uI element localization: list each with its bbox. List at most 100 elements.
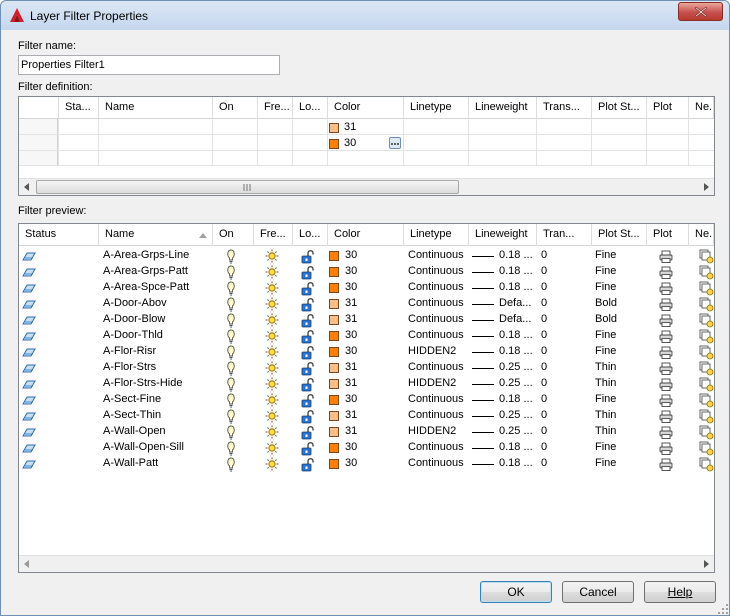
new-viewport-freeze-icon[interactable] xyxy=(699,265,714,280)
layer-row[interactable]: A-Flor-Risr 30 HIDDEN2 0.18 ... 0 Fine xyxy=(19,344,714,360)
definition-column-header[interactable]: Plot St... xyxy=(592,97,647,119)
layer-color[interactable]: 31 xyxy=(345,297,357,309)
lightbulb-icon[interactable] xyxy=(226,409,236,424)
layer-lineweight[interactable]: 0.25 ... xyxy=(499,409,533,421)
new-viewport-freeze-icon[interactable] xyxy=(699,393,714,408)
preview-column-header[interactable]: Fre... xyxy=(254,224,293,246)
layer-plot-style[interactable]: Fine xyxy=(595,441,616,453)
lightbulb-icon[interactable] xyxy=(226,457,236,472)
filter-definition-grid[interactable]: Sta... Name On Fre... Lo... Color Linetype Line… xyxy=(18,96,715,196)
layer-transparency[interactable]: 0 xyxy=(541,409,547,421)
layer-name[interactable]: A-Door-Thld xyxy=(103,329,163,341)
preview-column-header[interactable]: Tran... xyxy=(537,224,592,246)
resize-grip-icon[interactable] xyxy=(717,603,729,615)
cancel-button[interactable]: Cancel xyxy=(562,581,634,603)
lightbulb-icon[interactable] xyxy=(226,377,236,392)
new-viewport-freeze-icon[interactable] xyxy=(699,377,714,392)
layer-name[interactable]: A-Flor-Strs xyxy=(103,361,156,373)
preview-column-header[interactable]: Plot St... xyxy=(592,224,647,246)
sun-icon[interactable] xyxy=(265,409,279,423)
layer-row[interactable]: A-Wall-Patt 30 Continuous 0.18 ... 0 Fine xyxy=(19,456,714,472)
layer-lineweight[interactable]: 0.18 ... xyxy=(499,329,533,341)
layer-plot-style[interactable]: Fine xyxy=(595,281,616,293)
layer-name[interactable]: A-Door-Abov xyxy=(103,297,167,309)
layer-color[interactable]: 31 xyxy=(345,409,357,421)
layer-name[interactable]: A-Door-Blow xyxy=(103,313,165,325)
close-button[interactable] xyxy=(678,2,723,21)
lightbulb-icon[interactable] xyxy=(226,361,236,376)
lightbulb-icon[interactable] xyxy=(226,393,236,408)
layer-linetype[interactable]: Continuous xyxy=(408,265,464,277)
layer-transparency[interactable]: 0 xyxy=(541,393,547,405)
printer-icon[interactable] xyxy=(659,314,673,327)
unlocked-padlock-icon[interactable] xyxy=(301,457,315,472)
sun-icon[interactable] xyxy=(265,393,279,407)
layer-lineweight[interactable]: 0.18 ... xyxy=(499,265,533,277)
title-bar[interactable]: Layer Filter Properties xyxy=(1,1,729,30)
layer-plot-style[interactable]: Fine xyxy=(595,457,616,469)
layer-color[interactable]: 31 xyxy=(345,425,357,437)
unlocked-padlock-icon[interactable] xyxy=(301,361,315,376)
definition-column-header[interactable]: Linetype xyxy=(404,97,469,119)
sun-icon[interactable] xyxy=(265,297,279,311)
layer-color[interactable]: 30 xyxy=(345,281,357,293)
scroll-right-arrow-icon[interactable] xyxy=(701,182,711,192)
layer-linetype[interactable]: HIDDEN2 xyxy=(408,425,456,437)
unlocked-padlock-icon[interactable] xyxy=(301,345,315,360)
layer-linetype[interactable]: Continuous xyxy=(408,297,464,309)
new-viewport-freeze-icon[interactable] xyxy=(699,249,714,264)
layer-name[interactable]: A-Flor-Risr xyxy=(103,345,156,357)
lightbulb-icon[interactable] xyxy=(226,313,236,328)
preview-column-header[interactable]: On xyxy=(213,224,254,246)
lightbulb-icon[interactable] xyxy=(226,297,236,312)
layer-row[interactable]: A-Wall-Open 31 HIDDEN2 0.25 ... 0 Thin xyxy=(19,424,714,440)
layer-row[interactable]: A-Area-Grps-Patt 30 Continuous 0.18 ... 0 Fin… xyxy=(19,264,714,280)
layer-plot-style[interactable]: Thin xyxy=(595,409,616,421)
lightbulb-icon[interactable] xyxy=(226,345,236,360)
help-button[interactable]: Help xyxy=(644,581,716,603)
layer-transparency[interactable]: 0 xyxy=(541,441,547,453)
layer-lineweight[interactable]: 0.18 ... xyxy=(499,457,533,469)
definition-column-header[interactable]: Sta... xyxy=(59,97,99,119)
sun-icon[interactable] xyxy=(265,249,279,263)
preview-column-header[interactable]: Status xyxy=(19,224,99,246)
layer-lineweight[interactable]: 0.25 ... xyxy=(499,425,533,437)
definition-column-header[interactable]: Ne. xyxy=(689,97,714,119)
layer-plot-style[interactable]: Fine xyxy=(595,329,616,341)
layer-transparency[interactable]: 0 xyxy=(541,265,547,277)
new-viewport-freeze-icon[interactable] xyxy=(699,441,714,456)
lightbulb-icon[interactable] xyxy=(226,281,236,296)
layer-lineweight[interactable]: 0.18 ... xyxy=(499,393,533,405)
layer-row[interactable]: A-Door-Thld 30 Continuous 0.18 ... 0 Fine xyxy=(19,328,714,344)
unlocked-padlock-icon[interactable] xyxy=(301,265,315,280)
layer-linetype[interactable]: HIDDEN2 xyxy=(408,377,456,389)
layer-name[interactable]: A-Sect-Fine xyxy=(103,393,161,405)
definition-color-value[interactable]: 30 xyxy=(344,137,356,149)
layer-linetype[interactable]: Continuous xyxy=(408,361,464,373)
lightbulb-icon[interactable] xyxy=(226,441,236,456)
definition-column-header[interactable]: Trans... xyxy=(537,97,592,119)
unlocked-padlock-icon[interactable] xyxy=(301,297,315,312)
printer-icon[interactable] xyxy=(659,442,673,455)
definition-color-value[interactable]: 31 xyxy=(344,121,356,133)
definition-column-header[interactable]: Lo... xyxy=(293,97,328,119)
sun-icon[interactable] xyxy=(265,281,279,295)
printer-icon[interactable] xyxy=(659,410,673,423)
layer-name[interactable]: A-Area-Grps-Line xyxy=(103,249,189,261)
new-viewport-freeze-icon[interactable] xyxy=(699,313,714,328)
layer-lineweight[interactable]: 0.18 ... xyxy=(499,441,533,453)
new-viewport-freeze-icon[interactable] xyxy=(699,345,714,360)
printer-icon[interactable] xyxy=(659,426,673,439)
layer-name[interactable]: A-Wall-Patt xyxy=(103,457,158,469)
layer-lineweight[interactable]: Defa... xyxy=(499,297,531,309)
layer-plot-style[interactable]: Thin xyxy=(595,377,616,389)
printer-icon[interactable] xyxy=(659,250,673,263)
unlocked-padlock-icon[interactable] xyxy=(301,377,315,392)
sun-icon[interactable] xyxy=(265,457,279,471)
layer-linetype[interactable]: Continuous xyxy=(408,441,464,453)
sun-icon[interactable] xyxy=(265,377,279,391)
layer-plot-style[interactable]: Fine xyxy=(595,393,616,405)
layer-linetype[interactable]: Continuous xyxy=(408,281,464,293)
layer-row[interactable]: A-Area-Grps-Line 30 Continuous 0.18 ... 0 Fin… xyxy=(19,248,714,264)
sun-icon[interactable] xyxy=(265,345,279,359)
